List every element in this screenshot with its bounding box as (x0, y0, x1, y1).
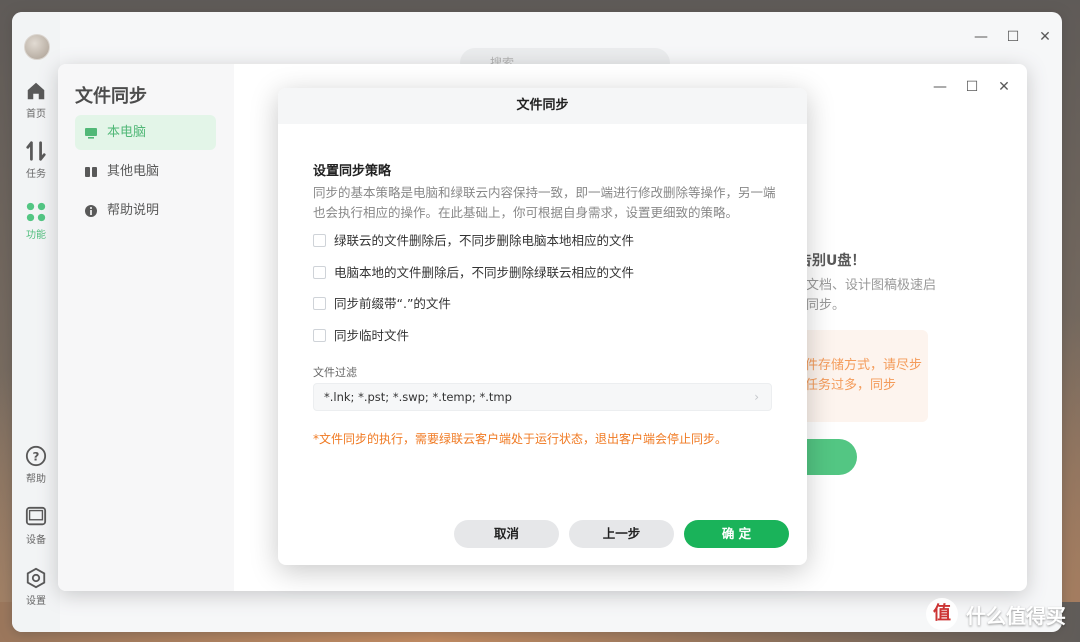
option-temp-files[interactable]: 同步临时文件 (313, 328, 409, 344)
checkbox[interactable] (313, 329, 326, 342)
watermark: 值 什么值得买 (926, 598, 1066, 630)
option-label: 同步临时文件 (334, 328, 410, 343)
option-dot-prefix[interactable]: 同步前缀带“.”的文件 (313, 296, 451, 312)
section-description: 同步的基本策略是电脑和绿联云内容保持一致，即一端进行修改删除等操作，另一端也会执… (313, 185, 776, 220)
section-title: 设置同步策略 (313, 164, 392, 179)
file-filter-field[interactable]: *.lnk; *.pst; *.swp; *.temp; *.tmp › (313, 383, 772, 411)
option-label: 电脑本地的文件删除后，不同步删除绿联云相应的文件 (334, 265, 635, 280)
sync-note: *文件同步的执行，需要绿联云客户端处于运行状态，退出客户端会停止同步。 (313, 432, 728, 446)
checkbox[interactable] (313, 266, 326, 279)
dialog-title: 文件同步 (278, 88, 807, 124)
option-label: 同步前缀带“.”的文件 (334, 296, 451, 311)
cancel-button[interactable]: 取消 (454, 520, 559, 548)
back-button[interactable]: 上一步 (569, 520, 674, 548)
confirm-button[interactable]: 确 定 (684, 520, 789, 548)
option-local-delete[interactable]: 电脑本地的文件删除后，不同步删除绿联云相应的文件 (313, 265, 634, 281)
watermark-logo: 值 (926, 598, 958, 630)
checkbox[interactable] (313, 234, 326, 247)
filter-value: *.lnk; *.pst; *.swp; *.temp; *.tmp (324, 390, 512, 404)
chevron-right-icon: › (754, 390, 759, 404)
watermark-text: 什么值得买 (966, 603, 1066, 628)
filter-label: 文件过滤 (313, 366, 357, 379)
option-label: 绿联云的文件删除后，不同步删除电脑本地相应的文件 (334, 233, 635, 248)
option-cloud-delete[interactable]: 绿联云的文件删除后，不同步删除电脑本地相应的文件 (313, 233, 634, 249)
checkbox[interactable] (313, 297, 326, 310)
sync-strategy-dialog: 文件同步 设置同步策略 同步的基本策略是电脑和绿联云内容保持一致，即一端进行修改… (278, 88, 807, 565)
